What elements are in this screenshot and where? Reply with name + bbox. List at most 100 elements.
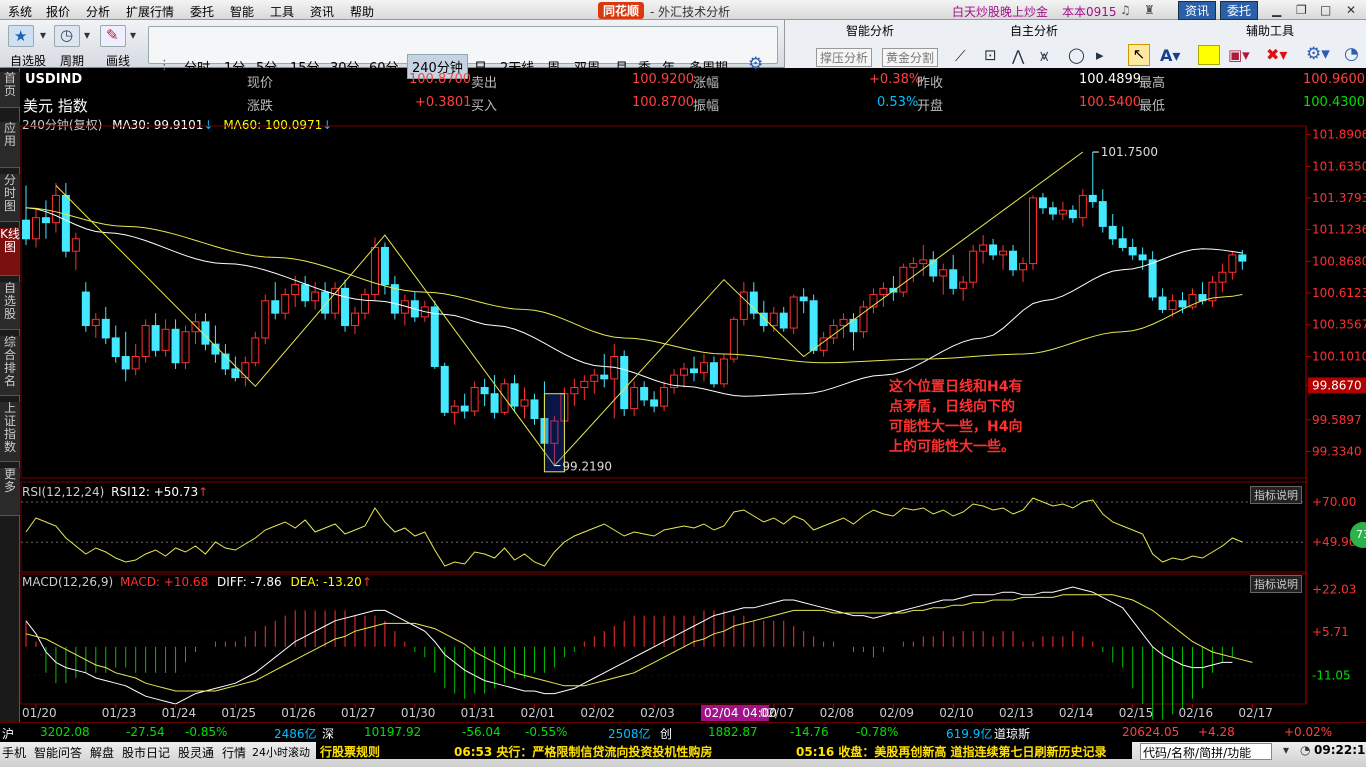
- cy-index: 1882.87: [708, 725, 758, 739]
- x-date-label: 02/10: [939, 706, 974, 720]
- macd-legend: MACD(12,26,9) MACD: +10.68 DIFF: -7.86 D…: [22, 575, 372, 589]
- annotation-line-2: 点矛盾，日线向下的: [889, 399, 1015, 415]
- candle-body: [301, 284, 310, 302]
- candle-body: [121, 356, 130, 370]
- dea-value: DEA: -13.20: [290, 575, 362, 589]
- candle-body: [1178, 300, 1187, 308]
- rsi-indicator-help-button[interactable]: 指标说明: [1250, 486, 1302, 504]
- x-date-label: 02/13: [999, 706, 1034, 720]
- pane-frame: [20, 481, 1307, 573]
- candle-body: [929, 259, 938, 277]
- macd-tick-label: +5.71: [1312, 625, 1349, 639]
- candle-body: [51, 194, 60, 224]
- price-tick-label: 100.8680: [1312, 254, 1366, 268]
- footer-quotes[interactable]: 行情: [222, 744, 246, 761]
- footer-lingtong[interactable]: 股灵通: [178, 744, 214, 761]
- x-date-label: 01/27: [341, 706, 376, 720]
- x-date-label: 01/23: [102, 706, 137, 720]
- news-item-2[interactable]: 05:16 收盘：美股再创新高 道指连续第七日刷新历史记录: [796, 743, 1107, 760]
- x-date-label: 01/26: [281, 706, 316, 720]
- candle-body: [341, 287, 350, 327]
- candle-body: [291, 284, 300, 296]
- candle-body: [1238, 254, 1247, 262]
- candle-body: [1009, 250, 1018, 271]
- candle-body: [231, 368, 240, 379]
- footer-commentary[interactable]: 解盘: [90, 744, 114, 761]
- candle-body: [1228, 254, 1237, 273]
- x-date-label: 02/14: [1059, 706, 1094, 720]
- price-tick-label: 101.3793: [1312, 191, 1366, 205]
- macd-diff-line: [25, 586, 1233, 705]
- price-tick-label: 101.8906: [1312, 128, 1366, 142]
- footer-diary[interactable]: 股市日记: [122, 744, 170, 761]
- candle-body: [1028, 197, 1037, 265]
- footer-bar: 手机 智能问答 解盘 股市日记 股灵通 行情 24小时滚动 行股票规则 06:5…: [0, 742, 1366, 767]
- candle-body: [640, 387, 649, 401]
- candle-body: [520, 399, 529, 407]
- candle-body: [1148, 259, 1157, 298]
- news-rules[interactable]: 行股票规则: [320, 743, 380, 760]
- sh-label[interactable]: 沪: [2, 725, 14, 742]
- candle-body: [41, 217, 50, 224]
- candle-body: [331, 287, 340, 314]
- footer-qa[interactable]: 智能问答: [34, 744, 82, 761]
- x-date-label: 02/17: [1238, 706, 1273, 720]
- macd-value: MACD: +10.68: [119, 575, 209, 589]
- kline-chart[interactable]: 101.7500 99.2190 101.8906 101.6350 101.3793…: [0, 0, 1366, 722]
- annotation-line-1: 这个位置日线和H4有: [889, 379, 1023, 395]
- macd-dea-line: [25, 594, 1253, 692]
- candle-body: [1098, 201, 1107, 227]
- candle-body: [261, 300, 270, 339]
- footer-mobile[interactable]: 手机: [2, 744, 26, 761]
- candle-body: [241, 362, 250, 379]
- cy-label[interactable]: 创: [660, 725, 672, 742]
- candle-body: [759, 312, 768, 327]
- rsi-legend: RSI(12,12,24) RSI12: +50.73↑: [22, 485, 208, 499]
- candle-body: [1019, 263, 1027, 271]
- search-arrow-icon[interactable]: ▾: [1283, 743, 1289, 757]
- x-date-label: 02/03: [640, 706, 675, 720]
- annotation-line-4: 上的可能性大一些。: [889, 439, 1015, 455]
- sz-change: -56.04: [462, 725, 501, 739]
- x-date-label: 01/30: [401, 706, 436, 720]
- chart-annotation: 这个位置日线和H4有 点矛盾，日线向下的 可能性大一些，H4向 上的可能性大一些…: [889, 377, 1022, 457]
- footer-24h-scroll[interactable]: 24小时滚动: [252, 744, 310, 760]
- candle-body: [620, 356, 629, 410]
- candle-body: [161, 328, 170, 351]
- candle-body: [71, 238, 80, 252]
- candle-body: [1048, 207, 1057, 215]
- cy-change: -14.76: [790, 725, 829, 739]
- x-date-label: 02/16: [1179, 706, 1214, 720]
- candle-body: [360, 294, 369, 314]
- candle-body: [660, 387, 669, 407]
- sz-label[interactable]: 深: [322, 725, 334, 742]
- sh-index: 3202.08: [40, 725, 90, 739]
- candle-body: [899, 266, 908, 293]
- candle-body: [1218, 271, 1227, 283]
- annotation-line-3: 可能性大一些，H4向: [889, 419, 1023, 435]
- x-date-label: 01/25: [221, 706, 256, 720]
- x-date-label: 02/09: [879, 706, 914, 720]
- pane-frame: [20, 125, 1307, 479]
- candle-body: [749, 291, 758, 314]
- candle-body: [311, 291, 320, 302]
- candle-body: [989, 244, 998, 256]
- candle-body: [131, 356, 140, 370]
- macd-indicator-help-button[interactable]: 指标说明: [1250, 575, 1302, 593]
- candle-body: [530, 399, 539, 420]
- code-search-input[interactable]: 代码/名称/简拼/功能: [1140, 743, 1272, 760]
- sz-index: 10197.92: [364, 725, 422, 739]
- candle-body: [809, 300, 818, 351]
- dj-label[interactable]: 道琼斯: [994, 725, 1030, 742]
- x-date-label: 02/02: [580, 706, 615, 720]
- candle-body: [719, 358, 728, 385]
- candle-body: [909, 263, 918, 268]
- candle-body: [490, 393, 499, 413]
- candle-body: [1168, 300, 1177, 310]
- news-item-1[interactable]: 06:53 央行：严格限制信贷流向投资投机性购房: [454, 743, 712, 760]
- price-tick-label: 99.5897: [1312, 413, 1362, 427]
- candle-body: [919, 259, 928, 265]
- candle-body: [460, 405, 469, 412]
- candle-body: [151, 325, 160, 351]
- candle-body: [959, 281, 968, 289]
